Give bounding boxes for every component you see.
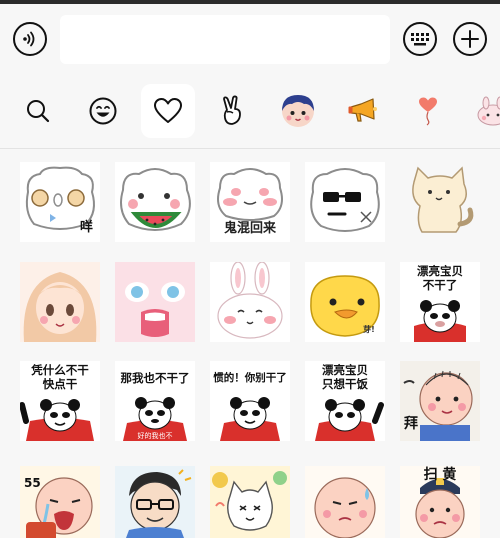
sticker-panda-why-not-work[interactable]: 凭什么不干 快点干 xyxy=(20,361,100,441)
sticker-anime-girl[interactable] xyxy=(20,262,100,342)
sticker-glasses-guy[interactable] xyxy=(115,466,195,538)
keyboard-icon xyxy=(411,33,429,46)
chat-input-bar xyxy=(0,4,500,76)
panda-meme-sticker-image xyxy=(20,399,94,441)
sticker-bear-sunglasses[interactable] xyxy=(305,162,385,242)
tab-megaphone-pack[interactable] xyxy=(336,84,390,138)
tab-search[interactable] xyxy=(11,84,65,138)
sticker-panda-want-food[interactable]: 漂亮宝贝 只想干饭 xyxy=(305,361,385,441)
panda-meme-sticker-image xyxy=(315,399,384,441)
tab-favorites[interactable] xyxy=(141,84,195,138)
sticker-yellow-chick[interactable]: 芽! xyxy=(305,262,385,342)
keyboard-button[interactable] xyxy=(403,22,437,56)
panda-meme-sticker-image xyxy=(414,300,466,342)
tab-avatar-pack[interactable] xyxy=(271,84,325,138)
sticker-text: 咩 xyxy=(80,220,94,235)
sticker-grid: 咩 鬼混回来 芽! 漂亮宝贝 不干了 凭什么不干 快点干 那我也不干了 好的我也… xyxy=(0,149,500,538)
panda-meme-sticker-image xyxy=(220,397,280,441)
sticker-caption: 扫 黄 xyxy=(423,467,457,483)
panda-meme-sticker-image xyxy=(123,397,187,441)
heart-icon xyxy=(154,98,182,123)
sticker-pink-crying[interactable] xyxy=(115,262,195,342)
bear-sunglasses-sticker-image xyxy=(310,168,380,232)
pink-bunny-icon xyxy=(477,96,500,126)
tab-gesture[interactable] xyxy=(206,84,260,138)
sticker-crying-kid[interactable]: 55 xyxy=(20,466,100,538)
cats-party-sticker-image xyxy=(210,466,290,538)
bunny-blush-sticker-image xyxy=(217,262,283,339)
emoji-tab-bar xyxy=(0,76,500,148)
sticker-bear-shocked[interactable]: 咩 xyxy=(20,162,100,242)
sticker-text: 拜 xyxy=(404,416,418,432)
sticker-bear-watermelon[interactable] xyxy=(115,162,195,242)
tab-bunny-pack[interactable] xyxy=(466,84,500,138)
sticker-cats-party[interactable] xyxy=(210,466,290,538)
pink-crying-sticker-image xyxy=(115,262,195,342)
sticker-cat-cream[interactable] xyxy=(400,162,480,242)
sticker-police-sweep[interactable]: 扫 黄 xyxy=(400,466,480,538)
boy-avatar-icon xyxy=(282,95,314,127)
message-input[interactable] xyxy=(60,15,390,64)
sticker-small-text: 好的我也不 xyxy=(137,432,173,440)
sticker-bald-kid-sweat[interactable] xyxy=(305,466,385,538)
anime-girl-sticker-image xyxy=(20,262,100,342)
glasses-guy-sticker-image xyxy=(115,466,195,538)
sticker-panda-pretty-baby[interactable]: 漂亮宝贝 不干了 xyxy=(400,262,480,342)
smiley-icon xyxy=(89,97,117,125)
sticker-text: 芽! xyxy=(363,325,375,334)
heart-balloon-icon xyxy=(419,97,437,126)
sticker-panda-spoiled[interactable]: 惯的！你别干了 xyxy=(210,361,290,441)
megaphone-icon xyxy=(348,98,377,122)
sticker-bald-kid-bye[interactable]: 拜 xyxy=(400,361,480,441)
more-options-button[interactable] xyxy=(453,22,487,56)
sticker-bunny-blush[interactable] xyxy=(210,262,290,342)
voice-input-button[interactable] xyxy=(13,22,47,56)
sticker-bear-partying[interactable]: 鬼混回来 xyxy=(210,162,290,242)
bald-kid-sweat-sticker-image xyxy=(305,466,385,538)
sticker-panda-me-neither[interactable]: 那我也不干了 好的我也不 xyxy=(115,361,195,441)
voice-wave-icon xyxy=(23,31,35,47)
sticker-caption: 鬼混回来 xyxy=(223,221,276,236)
peace-hand-icon xyxy=(223,95,241,125)
plus-icon xyxy=(461,30,479,48)
sticker-text: 55 xyxy=(24,476,41,490)
bear-watermelon-sticker-image xyxy=(120,168,191,231)
cream-cat-sticker-image xyxy=(412,166,474,233)
search-icon xyxy=(27,100,50,123)
tab-heart-balloon-pack[interactable] xyxy=(401,84,455,138)
tab-emoji[interactable] xyxy=(76,84,130,138)
